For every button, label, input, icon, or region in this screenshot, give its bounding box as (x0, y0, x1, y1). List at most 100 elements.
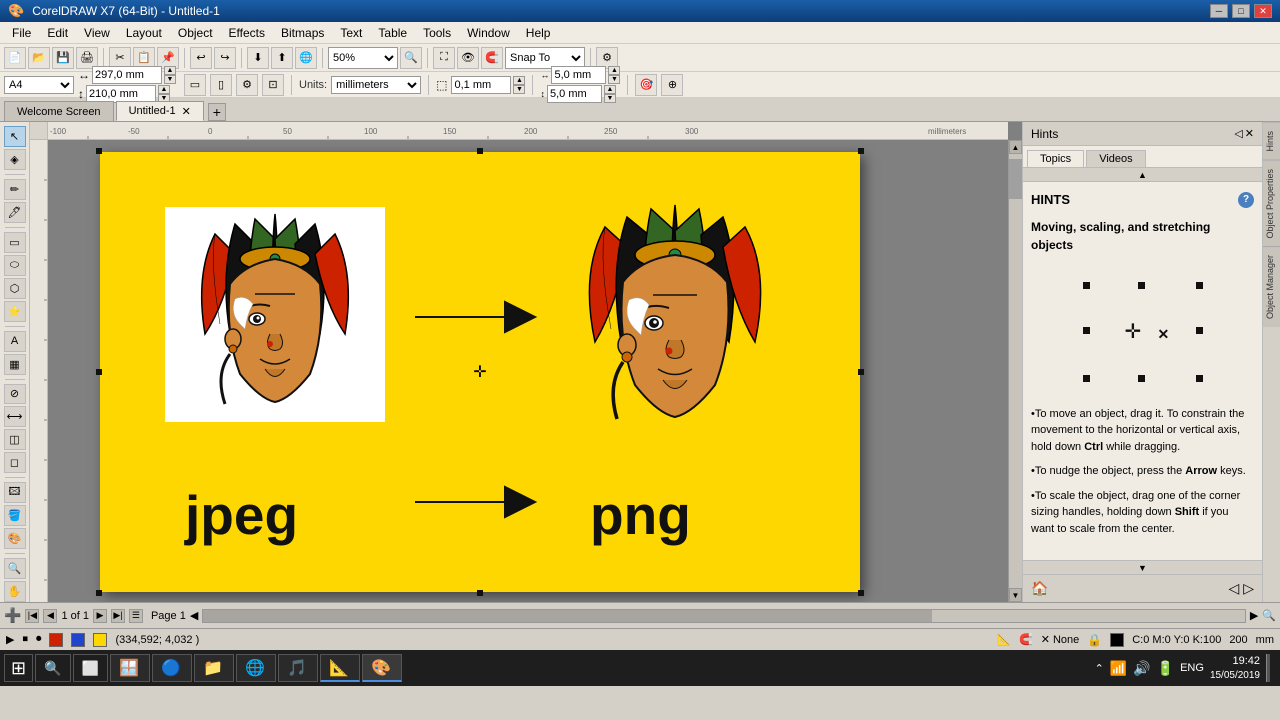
hints-scroll-up[interactable]: ▲ (1023, 168, 1262, 182)
add-tab-button[interactable]: + (208, 103, 226, 121)
parallel-tool[interactable]: ⊘ (4, 384, 26, 405)
page-next-button[interactable]: ▶ (93, 609, 107, 623)
taskbar-explorer[interactable]: 🪟 (110, 654, 150, 682)
minimize-button[interactable]: ─ (1210, 4, 1228, 18)
page-first-button[interactable]: |◀ (25, 609, 39, 623)
menu-item-table[interactable]: Table (370, 24, 415, 42)
text-tool[interactable]: A (4, 331, 26, 352)
page-settings-button[interactable]: ⚙ (236, 74, 258, 96)
y-nudge-input[interactable] (547, 85, 602, 103)
width-up[interactable]: ▲ (164, 66, 176, 75)
lang-indicator[interactable]: ENG (1180, 662, 1204, 674)
undo-button[interactable]: ↩ (190, 47, 212, 69)
hints-expand-button[interactable]: ◁ (1234, 127, 1242, 140)
zoom-select[interactable]: 50% (328, 47, 398, 69)
publish-button[interactable]: 🌐 (295, 47, 317, 69)
taskbar-music[interactable]: 🎵 (278, 654, 318, 682)
xnudge-up[interactable]: ▲ (608, 66, 620, 75)
scroll-thumb[interactable] (1009, 159, 1022, 199)
menu-item-layout[interactable]: Layout (118, 24, 170, 42)
panel-tab-hints[interactable]: Hints (1263, 122, 1280, 160)
coord-snap-button[interactable]: 📐 (997, 633, 1011, 646)
width-input[interactable] (92, 66, 162, 84)
add-page-button[interactable]: ⊕ (661, 74, 683, 96)
fill-bucket[interactable]: 🪣 (4, 505, 26, 526)
show-desktop-button[interactable] (1266, 654, 1270, 682)
open-button[interactable]: 📂 (28, 47, 50, 69)
ynudge-down[interactable]: ▼ (604, 94, 616, 103)
zoom-tool[interactable]: 🔍 (4, 558, 26, 579)
width-down[interactable]: ▼ (164, 75, 176, 84)
tray-battery[interactable]: 🔋 (1157, 660, 1174, 677)
save-button[interactable]: 💾 (52, 47, 74, 69)
play-button[interactable]: ▶ (6, 633, 14, 646)
menu-item-window[interactable]: Window (459, 24, 518, 42)
menu-item-bitmaps[interactable]: Bitmaps (273, 24, 332, 42)
smartdraw-tool[interactable]: 🖊 (4, 202, 26, 223)
hints-detach-button[interactable]: ✕ (1245, 127, 1254, 140)
nudge-up[interactable]: ▲ (513, 76, 525, 85)
menu-item-file[interactable]: File (4, 24, 39, 42)
select-tool[interactable]: ↖ (4, 126, 26, 147)
search-taskbar-button[interactable]: 🔍 (35, 654, 70, 682)
taskbar-files[interactable]: 📁 (194, 654, 234, 682)
page-menu-button[interactable]: ☰ (129, 609, 143, 623)
freehand-tool[interactable]: ✏ (4, 179, 26, 200)
tab-welcome[interactable]: Welcome Screen (4, 101, 114, 121)
swatch-yellow[interactable] (93, 633, 107, 647)
full-screen-button[interactable]: ⛶ (433, 47, 455, 69)
swatch-red[interactable] (49, 633, 63, 647)
macro-button[interactable]: ⏺ (36, 633, 42, 646)
nudge-input[interactable] (451, 76, 511, 94)
star-tool[interactable]: ⭐ (4, 301, 26, 322)
rectangle-tool[interactable]: ▭ (4, 232, 26, 253)
snap-button[interactable]: 🧲 (481, 47, 503, 69)
tray-up-arrow[interactable]: ⌃ (1095, 662, 1104, 675)
ynudge-up[interactable]: ▲ (604, 85, 616, 94)
hints-back-button[interactable]: ◁ (1228, 580, 1239, 597)
hints-home-button[interactable]: 🏠 (1031, 580, 1048, 597)
page-prev-button[interactable]: ◀ (43, 609, 57, 623)
tab-untitled1[interactable]: Untitled-1 ✕ (116, 101, 204, 121)
redo-button[interactable]: ↪ (214, 47, 236, 69)
menu-item-tools[interactable]: Tools (415, 24, 459, 42)
start-button[interactable]: ⊞ (4, 654, 33, 682)
taskbar-browser[interactable]: 🔵 (152, 654, 192, 682)
menu-item-help[interactable]: Help (518, 24, 559, 42)
menu-item-view[interactable]: View (76, 24, 118, 42)
nudge-down[interactable]: ▼ (513, 85, 525, 94)
xnudge-down[interactable]: ▼ (608, 75, 620, 84)
portrait-button[interactable]: ▭ (184, 74, 206, 96)
close-tab-button[interactable]: ✕ (182, 105, 191, 118)
import-button[interactable]: ⬇ (247, 47, 269, 69)
taskbar-corel[interactable]: 🎨 (362, 654, 402, 682)
clock[interactable]: 19:42 15/05/2019 (1210, 654, 1260, 681)
shape-tool[interactable]: ◈ (4, 149, 26, 170)
page-size-select[interactable]: A4 (4, 76, 74, 94)
panel-tab-object-manager[interactable]: Object Manager (1263, 246, 1280, 327)
color-eyedrop[interactable]: 🖾 (4, 482, 26, 503)
transparency-tool[interactable]: ◻ (4, 452, 26, 473)
menu-item-object[interactable]: Object (170, 24, 221, 42)
export-button[interactable]: ⬆ (271, 47, 293, 69)
hints-scroll-down[interactable]: ▼ (1023, 560, 1262, 574)
shadow-tool[interactable]: ◫ (4, 429, 26, 450)
scroll-up-button[interactable]: ▲ (1009, 140, 1022, 154)
hints-help-icon[interactable]: ? (1238, 192, 1254, 208)
new-button[interactable]: 📄 (4, 47, 26, 69)
panel-tab-object-properties[interactable]: Object Properties (1263, 160, 1280, 247)
scroll-down-button[interactable]: ▼ (1009, 588, 1022, 602)
height-up[interactable]: ▲ (158, 85, 170, 94)
units-select[interactable]: millimeters (331, 76, 421, 94)
x-nudge-input[interactable] (551, 66, 606, 84)
snap-settings-button[interactable]: 🎯 (635, 74, 657, 96)
menu-item-effects[interactable]: Effects (221, 24, 273, 42)
zoom-in-button[interactable]: 🔍 (400, 47, 422, 69)
ellipse-tool[interactable]: ⬭ (4, 255, 26, 276)
task-view-button[interactable]: ⬜ (73, 654, 108, 682)
snap-to-button[interactable]: 🧲 (1019, 633, 1033, 646)
scrollbar-horizontal[interactable] (202, 609, 1246, 623)
swatch-blue[interactable] (71, 633, 85, 647)
pan-tool[interactable]: ✋ (4, 581, 26, 602)
connector-tool[interactable]: ⟷ (4, 406, 26, 427)
